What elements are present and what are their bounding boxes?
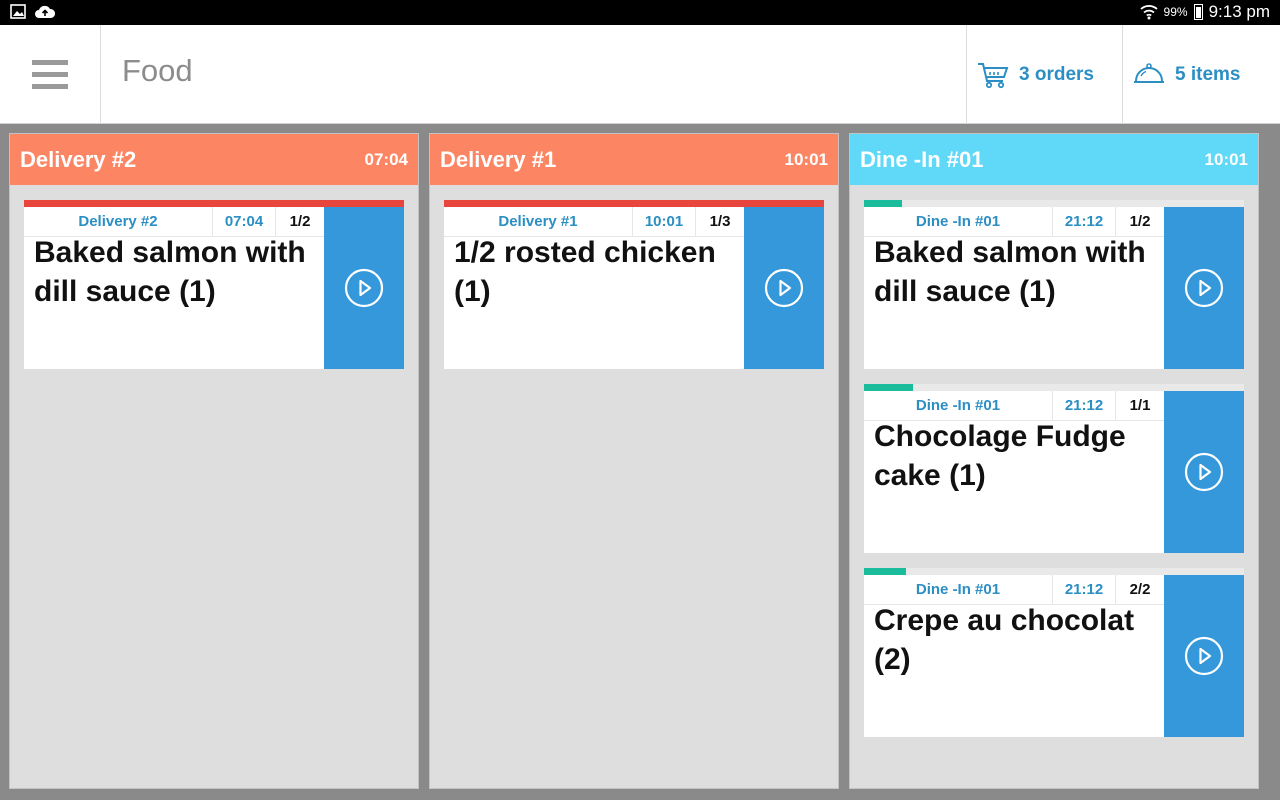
start-item-button[interactable]: [324, 207, 404, 369]
ticket-dish: Baked salmon with dill sauce (1): [874, 236, 1146, 308]
ticket-body: Delivery #1 10:01 1/3 1/2 rosted chicken…: [444, 207, 744, 369]
ticket-dish: 1/2 rosted chicken (1): [454, 236, 716, 308]
play-circle-icon: [1184, 268, 1224, 308]
column-time: 10:01: [784, 149, 828, 169]
column-header: Dine -In #01 10:01: [850, 134, 1258, 185]
battery-icon: [1193, 4, 1203, 20]
ticket-body: Dine -In #01 21:12 1/2 Baked salmon with…: [864, 207, 1164, 369]
ticket-dish: Crepe au chocolat (2): [874, 604, 1135, 676]
column-time: 10:01: [1204, 149, 1248, 169]
orders-counter-button[interactable]: 3 orders: [966, 25, 1122, 124]
ticket-count: 2/2: [1129, 581, 1151, 598]
hamburger-icon: [32, 60, 68, 89]
ticket-order-name: Delivery #2: [24, 207, 213, 236]
clock: 9:13 pm: [1208, 2, 1270, 21]
start-item-button[interactable]: [1164, 575, 1244, 737]
ticket-dish: Chocolage Fudge cake (1): [874, 420, 1126, 492]
app-bar: Food 3 orders 5 items: [0, 25, 1280, 124]
column-title: Delivery #2: [20, 146, 137, 172]
ticket-time: 21:12: [1053, 391, 1116, 420]
ticket-dish: Baked salmon with dill sauce (1): [34, 236, 306, 308]
start-item-button[interactable]: [1164, 391, 1244, 553]
ticket-progress-track: [864, 200, 1244, 207]
battery-percent: 99%: [1163, 5, 1188, 19]
column-header: Delivery #1 10:01: [430, 134, 838, 185]
order-column-delivery-2: Delivery #2 07:04 Delivery #2 07:04 1/2 …: [9, 133, 419, 789]
order-column-delivery-1: Delivery #1 10:01 Delivery #1 10:01 1/3 …: [429, 133, 839, 789]
ticket-body: Dine -In #01 21:12 2/2 Crepe au chocolat…: [864, 575, 1164, 737]
column-title: Delivery #1: [440, 146, 557, 172]
wifi-icon: [1139, 5, 1158, 20]
ticket-count: 1/3: [709, 213, 731, 230]
ticket-order-name: Delivery #1: [444, 207, 633, 236]
items-counter-button[interactable]: 5 items: [1122, 25, 1280, 124]
ticket-order-name: Dine -In #01: [864, 207, 1053, 236]
ticket-progress-bar: [444, 200, 824, 207]
food-cloche-icon: [1134, 62, 1164, 83]
shopping-cart-icon: [978, 62, 1009, 88]
order-column-dine-in-01: Dine -In #01 10:01 Dine -In #01 21:12 1/…: [849, 133, 1259, 789]
menu-button[interactable]: [0, 25, 101, 124]
ticket-progress-track: [864, 384, 1244, 391]
ticket-progress-track: [864, 568, 1244, 575]
play-circle-icon: [344, 268, 384, 308]
gallery-icon: [10, 4, 26, 19]
column-time: 07:04: [364, 149, 408, 169]
column-header: Delivery #2 07:04: [10, 134, 418, 185]
order-ticket[interactable]: Dine -In #01 21:12 1/2 Baked salmon with…: [864, 200, 1245, 369]
ticket-count: 1/1: [1129, 397, 1151, 414]
order-ticket[interactable]: Delivery #2 07:04 1/2 Baked salmon with …: [24, 200, 405, 369]
order-ticket[interactable]: Dine -In #01 21:12 1/1 Chocolage Fudge c…: [864, 384, 1245, 553]
status-bar: 99% 9:13 pm: [0, 0, 1280, 25]
start-item-button[interactable]: [1164, 207, 1244, 369]
play-circle-icon: [1184, 452, 1224, 492]
cloud-upload-icon: [35, 5, 56, 18]
page-title: Food: [122, 53, 193, 88]
ticket-count: 1/2: [1129, 213, 1151, 230]
ticket-time: 10:01: [633, 207, 696, 236]
ticket-order-name: Dine -In #01: [864, 391, 1053, 420]
ticket-progress-fill: [864, 384, 914, 391]
play-circle-icon: [764, 268, 804, 308]
ticket-time: 07:04: [213, 207, 276, 236]
play-circle-icon: [1184, 636, 1224, 676]
items-count-label: 5 items: [1175, 63, 1241, 85]
ticket-time: 21:12: [1053, 575, 1116, 604]
order-ticket[interactable]: Dine -In #01 21:12 2/2 Crepe au chocolat…: [864, 568, 1245, 737]
ticket-time: 21:12: [1053, 207, 1116, 236]
ticket-count: 1/2: [289, 213, 311, 230]
ticket-progress-fill: [864, 200, 902, 207]
ticket-body: Dine -In #01 21:12 1/1 Chocolage Fudge c…: [864, 391, 1164, 553]
ticket-progress-bar: [24, 200, 404, 207]
start-item-button[interactable]: [744, 207, 824, 369]
ticket-progress-fill: [864, 568, 906, 575]
notification-icons: [10, 4, 56, 19]
column-title: Dine -In #01: [860, 146, 984, 172]
order-ticket[interactable]: Delivery #1 10:01 1/3 1/2 rosted chicken…: [444, 200, 825, 369]
ticket-order-name: Dine -In #01: [864, 575, 1053, 604]
orders-count-label: 3 orders: [1019, 63, 1094, 85]
ticket-body: Delivery #2 07:04 1/2 Baked salmon with …: [24, 207, 324, 369]
